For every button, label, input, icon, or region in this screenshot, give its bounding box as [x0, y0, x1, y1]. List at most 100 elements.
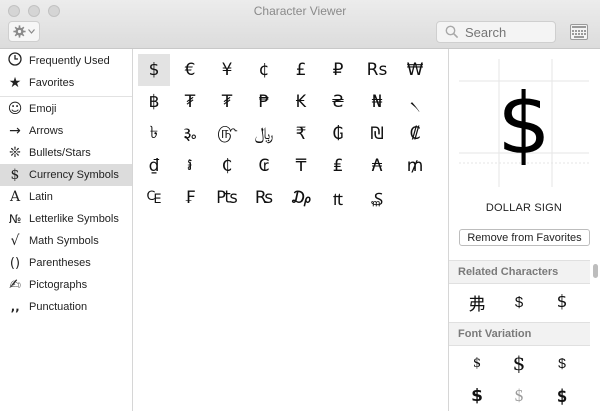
glyph-preview: $	[459, 59, 589, 187]
font-variation-glyph[interactable]: $	[499, 383, 539, 409]
detail-scrollbar[interactable]	[593, 264, 598, 278]
character-cell[interactable]: ₱	[248, 86, 280, 118]
sidebar-item-latin[interactable]: A Latin	[0, 186, 132, 208]
character-cell[interactable]: ₵	[211, 150, 243, 182]
character-cell[interactable]: ₳	[361, 150, 393, 182]
font-variation-glyph[interactable]: $	[457, 383, 497, 409]
font-variation-glyph[interactable]: $	[499, 350, 539, 376]
title-bar: Character Viewer	[0, 0, 600, 49]
sidebar-item-label: Letterlike Symbols	[29, 213, 119, 225]
font-variation-glyph[interactable]: $	[542, 383, 582, 409]
remove-from-favorites-button[interactable]: Remove from Favorites	[459, 229, 590, 246]
related-characters-header: Related Characters	[449, 260, 590, 284]
smiley-icon: ☺	[7, 101, 23, 117]
sidebar-item-label: Math Symbols	[29, 235, 99, 247]
font-variation-glyph[interactable]: $	[457, 350, 497, 376]
chevron-down-icon	[28, 29, 35, 34]
sidebar-item-favorites[interactable]: ★ Favorites	[0, 72, 132, 94]
character-cell[interactable]: ₢	[248, 150, 280, 182]
related-character[interactable]: 弗	[457, 287, 497, 317]
character-cell[interactable]: £	[285, 54, 317, 86]
arrow-icon: →	[9, 123, 21, 139]
square-root-icon: √	[10, 233, 20, 249]
character-cell[interactable]: ₹	[285, 118, 317, 150]
sidebar-item-label: Emoji	[29, 103, 57, 115]
sidebar-item-label: Pictographs	[29, 279, 88, 291]
character-cell[interactable]: ₷	[361, 182, 393, 214]
character-cell[interactable]: ₣	[174, 182, 206, 214]
letter-a-icon: A	[9, 189, 21, 205]
sidebar-item-label: Punctuation	[29, 301, 88, 313]
search-icon	[445, 25, 459, 39]
sidebar-item-frequently-used[interactable]: Frequently Used	[0, 50, 132, 72]
character-cell[interactable]: ₡	[399, 118, 431, 150]
character-cell[interactable]: ₠	[138, 182, 170, 214]
search-input[interactable]	[465, 24, 549, 40]
character-cell[interactable]: ૱	[174, 118, 206, 150]
sidebar-item-label: Parentheses	[29, 257, 91, 269]
character-cell[interactable]: ₯	[285, 182, 317, 214]
character-cell[interactable]: Rs	[361, 54, 393, 86]
character-cell[interactable]: ₪	[361, 118, 393, 150]
selected-glyph: $	[497, 75, 551, 173]
sidebar-item-pictographs[interactable]: ✍ Pictographs	[0, 274, 132, 296]
character-cell[interactable]: ฿	[138, 86, 170, 118]
character-detail-pane: $ DOLLAR SIGN Remove from Favorites Rela…	[448, 49, 600, 411]
related-character[interactable]: $	[499, 287, 539, 317]
sidebar-item-label: Arrows	[29, 125, 64, 137]
star-icon: ★	[8, 75, 22, 91]
character-cell[interactable]: ৲	[399, 86, 431, 118]
character-cell[interactable]: €	[174, 54, 206, 86]
character-cell[interactable]: ₮	[174, 86, 206, 118]
window-title: Character Viewer	[253, 4, 347, 18]
sidebar-item-letterlike-symbols[interactable]: № Letterlike Symbols	[0, 208, 132, 230]
character-cell[interactable]: ﷼	[248, 118, 280, 150]
sidebar-item-label: Frequently Used	[29, 55, 110, 67]
comma-icon: ‚‚	[10, 300, 20, 314]
character-cell[interactable]: ₸	[285, 150, 317, 182]
numero-icon: №	[8, 212, 22, 226]
character-cell[interactable]: ৳	[138, 118, 170, 150]
character-cell[interactable]: ₮	[211, 86, 243, 118]
character-cell[interactable]: ௹	[211, 118, 243, 150]
character-grid: $ € ¥ ¢ £ ₽ Rs ₩ ฿ ₮ ₮ ₱ ₭ ₴ ₦ ৲ ৳ ૱ ௹ ﷼…	[134, 49, 444, 411]
sidebar-item-emoji[interactable]: ☺ Emoji	[0, 98, 132, 120]
character-cell[interactable]: ₭	[285, 86, 317, 118]
character-cell[interactable]: $	[138, 54, 170, 86]
asterisk-icon: ❊	[9, 145, 21, 161]
sidebar-item-arrows[interactable]: → Arrows	[0, 120, 132, 142]
character-cell[interactable]: ₴	[322, 86, 354, 118]
action-menu-button[interactable]	[8, 21, 40, 42]
sidebar-item-label: Latin	[29, 191, 53, 203]
sidebar-item-parentheses[interactable]: () Parentheses	[0, 252, 132, 274]
character-viewer-window: Character Viewer Search Frequently Used …	[0, 0, 600, 411]
related-character[interactable]: $	[542, 287, 582, 317]
font-variation-header: Font Variation	[449, 322, 590, 346]
character-cell[interactable]: ₫	[138, 150, 170, 182]
character-cell[interactable]: ₲	[322, 118, 354, 150]
writing-hand-icon: ✍	[9, 277, 21, 293]
keyboard-icon[interactable]	[570, 24, 588, 40]
character-cell[interactable]: ₦	[361, 86, 393, 118]
sidebar-item-punctuation[interactable]: ‚‚ Punctuation	[0, 296, 132, 318]
character-cell[interactable]: ¥	[211, 54, 243, 86]
dollar-icon: $	[10, 167, 20, 183]
character-cell[interactable]: ₥	[399, 150, 431, 182]
sidebar-item-label: Currency Symbols	[29, 169, 119, 181]
character-cell[interactable]: ¢	[248, 54, 280, 86]
sidebar-item-label: Favorites	[29, 77, 75, 89]
sidebar-item-label: Bullets/Stars	[29, 147, 91, 159]
character-cell[interactable]: ₩	[399, 54, 431, 86]
character-cell[interactable]: ₽	[322, 54, 354, 86]
character-cell[interactable]: ₶	[322, 182, 354, 214]
character-cell[interactable]: ₧	[211, 182, 243, 214]
parentheses-icon: ()	[9, 255, 21, 271]
character-cell[interactable]: ₨	[248, 182, 280, 214]
sidebar-item-bullets-stars[interactable]: ❊ Bullets/Stars	[0, 142, 132, 164]
sidebar-item-math-symbols[interactable]: √ Math Symbols	[0, 230, 132, 252]
search-field[interactable]	[436, 21, 556, 43]
character-cell[interactable]: ៛	[174, 150, 206, 182]
character-cell[interactable]: ₤	[322, 150, 354, 182]
font-variation-glyph[interactable]: $	[542, 350, 582, 376]
sidebar-item-currency-symbols[interactable]: $ Currency Symbols	[0, 164, 132, 186]
